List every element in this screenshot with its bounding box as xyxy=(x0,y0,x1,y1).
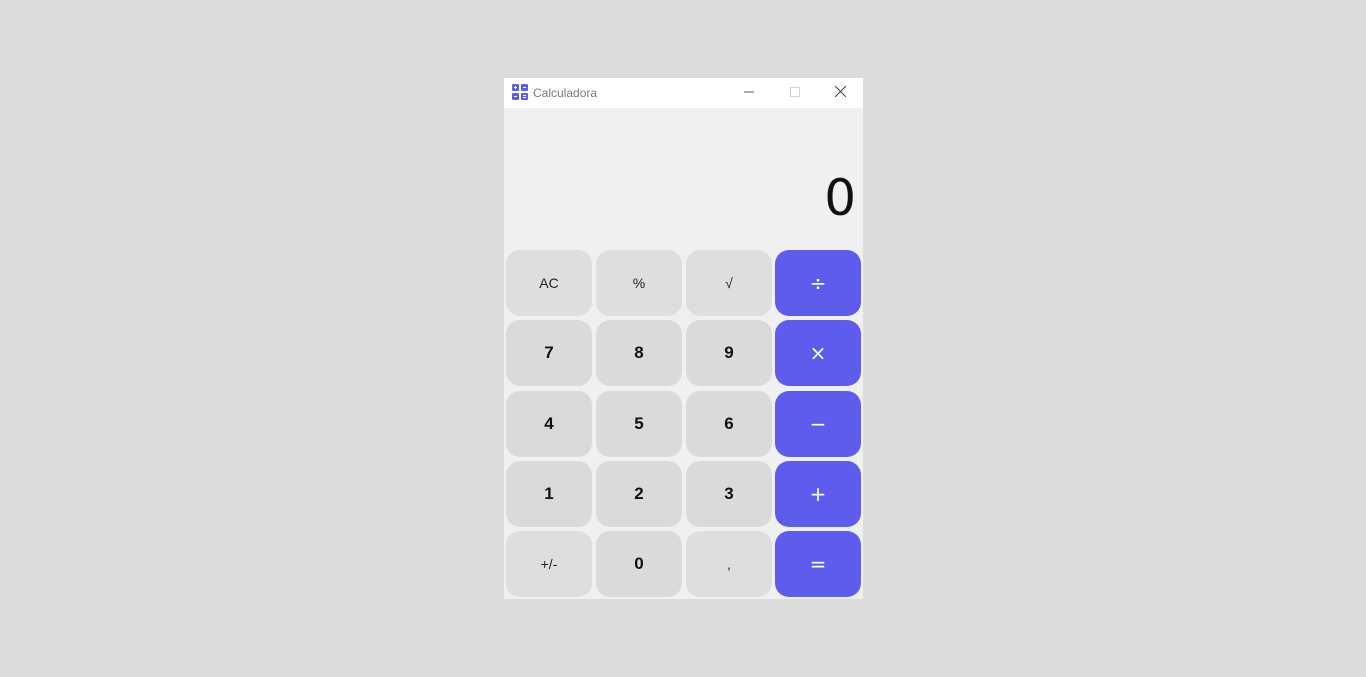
calculator-window: Calculadora 0 AC % √ ÷ 7 8 9 × 4 5 6 − 1… xyxy=(504,78,863,599)
minimize-icon xyxy=(744,84,754,102)
digit-3-button[interactable]: 3 xyxy=(686,461,772,527)
maximize-icon xyxy=(790,84,800,102)
result-display: 0 xyxy=(504,108,863,248)
digit-8-button[interactable]: 8 xyxy=(596,320,682,386)
maximize-button[interactable] xyxy=(772,78,818,108)
digit-2-button[interactable]: 2 xyxy=(596,461,682,527)
add-button[interactable]: + xyxy=(775,461,861,527)
digit-5-button[interactable]: 5 xyxy=(596,391,682,457)
window-title: Calculadora xyxy=(533,86,598,100)
digit-0-button[interactable]: 0 xyxy=(596,531,682,597)
calculator-icon xyxy=(512,84,528,100)
multiply-button[interactable]: × xyxy=(775,320,861,386)
decimal-button[interactable]: , xyxy=(686,531,772,597)
minimize-button[interactable] xyxy=(726,78,772,108)
subtract-button[interactable]: − xyxy=(775,391,861,457)
digit-9-button[interactable]: 9 xyxy=(686,320,772,386)
digit-6-button[interactable]: 6 xyxy=(686,391,772,457)
clear-button[interactable]: AC xyxy=(506,250,592,316)
close-icon xyxy=(834,84,846,102)
close-button[interactable] xyxy=(817,78,863,108)
equals-button[interactable]: = xyxy=(775,531,861,597)
digit-7-button[interactable]: 7 xyxy=(506,320,592,386)
divide-button[interactable]: ÷ xyxy=(775,250,861,316)
percent-button[interactable]: % xyxy=(596,250,682,316)
digit-4-button[interactable]: 4 xyxy=(506,391,592,457)
digit-1-button[interactable]: 1 xyxy=(506,461,592,527)
display-value: 0 xyxy=(824,169,856,227)
title-bar[interactable]: Calculadora xyxy=(504,78,863,108)
negate-button[interactable]: +/- xyxy=(506,531,592,597)
square-root-button[interactable]: √ xyxy=(686,250,772,316)
